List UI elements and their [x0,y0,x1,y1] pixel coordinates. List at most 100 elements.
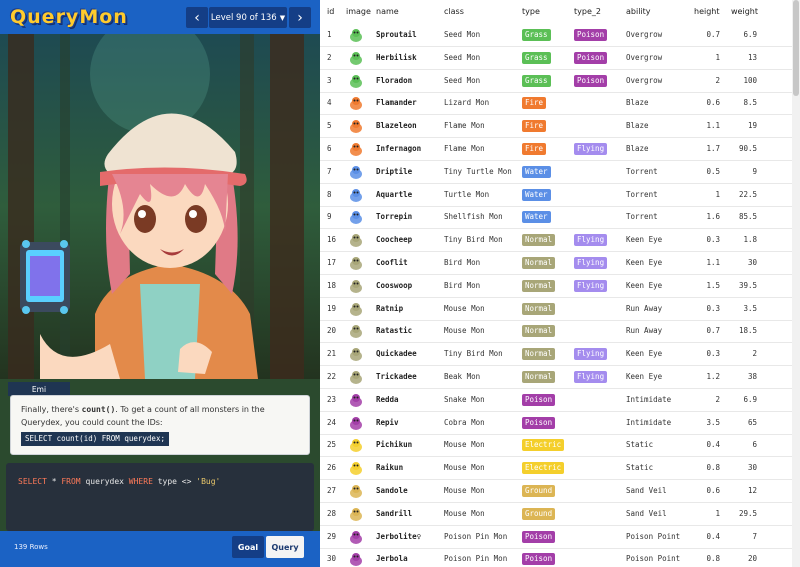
cell-class: Tiny Bird Mon [444,349,503,359]
table-row[interactable]: 23 Redda Snake Mon Poison Intimidate 2 6.9 [320,389,800,412]
table-row[interactable]: 16 Coocheep Tiny Bird Mon Normal Flying Keen … [320,229,800,253]
query-button[interactable]: Query [266,536,304,558]
type-badge: Ground [522,507,556,520]
cell-ability: Sand Veil [626,486,667,495]
dialog-text-before: Finally, there's [21,405,82,414]
cell-id: 18 [327,280,337,290]
column-header-name[interactable]: name [376,7,399,16]
cell-ability: Blaze [626,98,649,108]
cell-height: 1.5 [706,280,720,290]
cell-weight: 20 [747,554,757,564]
table-row[interactable]: 27 Sandole Mouse Mon Ground Sand Veil 0.6 12 [320,480,800,503]
cell-weight: 6.9 [743,394,757,404]
cell-id: 5 [327,121,332,131]
previous-level-button[interactable]: ‹ [186,7,208,28]
cell-class: Bird Mon [444,258,481,267]
cell-type: Normal [522,371,556,383]
type-badge: Water [522,211,551,224]
monster-sprite-icon [348,301,364,317]
table-row[interactable]: 21 Quickadee Tiny Bird Mon Normal Flying Keen… [320,343,800,367]
column-header-id[interactable]: id [327,7,334,16]
cell-name: Pichikun [376,440,413,450]
cell-ability: Blaze [626,121,649,131]
type-badge: Normal [522,325,556,338]
table-row[interactable]: 1 Sproutail Seed Mon Grass Poison Overgrow 0.7… [320,24,800,47]
table-row[interactable]: 7 Driptile Tiny Turtle Mon Water Torrent 0.5 9 [320,161,800,184]
column-header-class[interactable]: class [444,7,464,16]
cell-type: Ground [522,507,556,520]
cell-class: Snake Mon [444,394,485,404]
table-row[interactable]: 22 Trickadee Beak Mon Normal Flying Keen Eye 1… [320,366,800,389]
table-row[interactable]: 29 Jerbolite♀ Poison Pin Mon Poison Poison P… [320,526,800,549]
column-header-image[interactable]: image [346,7,371,16]
monster-sprite-icon [348,255,364,271]
cell-class: Tiny Turtle Mon [444,166,512,176]
cell-weight: 2 [752,349,757,359]
cell-weight: 90.5 [738,144,757,153]
column-header-ability[interactable]: ability [626,7,651,16]
sql-keyword-select: SELECT [18,477,47,486]
scrollbar-thumb[interactable] [793,0,799,96]
table-row[interactable]: 19 Ratnip Mouse Mon Normal Run Away 0.3 3.5 [320,298,800,321]
type-badge: Normal [522,371,556,383]
goal-button[interactable]: Goal [232,536,264,558]
cell-weight: 39.5 [738,280,757,290]
table-row[interactable]: 28 Sandrill Mouse Mon Ground Sand Veil 1 29.5 [320,503,800,526]
cell-ability: Poison Point [626,531,681,541]
sql-editor[interactable]: SELECT * FROM querydex WHERE type <> 'Bu… [6,463,314,531]
cell-class: Mouse Mon [444,463,485,473]
type-badge: Water [522,188,551,201]
monster-sprite-icon [348,164,364,180]
cell-weight: 29.5 [738,508,757,518]
table-row[interactable]: 9 Torrepin Shellfish Mon Water Torrent 1.6 85.… [320,206,800,230]
type-badge: Normal [522,348,556,361]
table-row[interactable]: 30 Jerbola Poison Pin Mon Poison Poison Poin… [320,548,800,567]
speaker-name: Emi [8,382,70,396]
table-row[interactable]: 3 Floradon Seed Mon Grass Poison Overgrow 2 100 [320,70,800,93]
table-header: id image name class type type_2 ability height w… [320,0,800,24]
cell-type: Fire [522,97,547,110]
cell-ability: Sand Veil [626,508,667,518]
cell-weight: 1.8 [743,235,757,245]
type-badge: Grass [522,51,551,64]
cell-name: Blazeleon [376,121,417,131]
cell-ability: Torrent [626,166,658,176]
dialog-box: Finally, there's count(). To get a count… [10,395,310,455]
column-header-weight[interactable]: weight [731,7,758,16]
cell-name: Aquartle [376,189,413,199]
table-row[interactable]: 26 Raikun Mouse Mon Electric Static 0.8 30 [320,457,800,481]
table-row[interactable]: 18 Cooswoop Bird Mon Normal Flying Keen Eye 1.… [320,275,800,298]
table-row[interactable]: 2 Herbilisk Seed Mon Grass Poison Overgrow 1 13 [320,47,800,70]
table-row[interactable]: 20 Ratastic Mouse Mon Normal Run Away 0.7 18.5 [320,320,800,344]
monster-sprite-icon [348,323,364,339]
cell-class: Tiny Bird Mon [444,235,503,245]
cell-id: 6 [327,144,332,153]
table-row[interactable]: 6 Infernagon Flame Mon Fire Flying Blaze 1.7 90… [320,138,800,161]
table-row[interactable]: 5 Blazeleon Flame Mon Fire Blaze 1.1 19 [320,115,800,139]
cell-height: 0.4 [706,531,720,541]
cell-class: Mouse Mon [444,326,485,336]
column-header-type[interactable]: type [522,7,540,16]
table-row[interactable]: 17 Cooflit Bird Mon Normal Flying Keen Eye 1.1… [320,252,800,275]
table-row[interactable]: 25 Pichikun Mouse Mon Electric Static 0.4 6 [320,434,800,458]
type-badge: Fire [522,97,547,110]
cell-weight: 3.5 [743,303,757,313]
cell-ability: Keen Eye [626,372,663,381]
cell-name: Torrepin [376,212,413,222]
table-row[interactable]: 4 Flamander Lizard Mon Fire Blaze 0.6 8.5 [320,92,800,116]
column-header-type-2[interactable]: type_2 [574,7,601,16]
table-row[interactable]: 8 Aquartle Turtle Mon Water Torrent 1 22.5 [320,184,800,207]
cell-height: 0.3 [706,235,720,245]
level-dropdown[interactable]: Level 90 of 136 ▼ [209,7,287,28]
cell-type: Water [522,165,551,178]
cell-id: 9 [327,212,332,222]
type-2-badge: Flying [574,234,608,247]
cell-ability: Keen Eye [626,349,663,359]
type-badge: Normal [522,279,556,292]
column-header-height[interactable]: height [694,7,720,16]
next-level-button[interactable]: › [289,7,311,28]
table-row[interactable]: 24 Repiv Cobra Mon Poison Intimidate 3.5 65 [320,412,800,435]
cell-id: 3 [327,75,332,85]
type-2-badge: Flying [574,279,608,292]
cell-ability: Static [626,463,654,473]
